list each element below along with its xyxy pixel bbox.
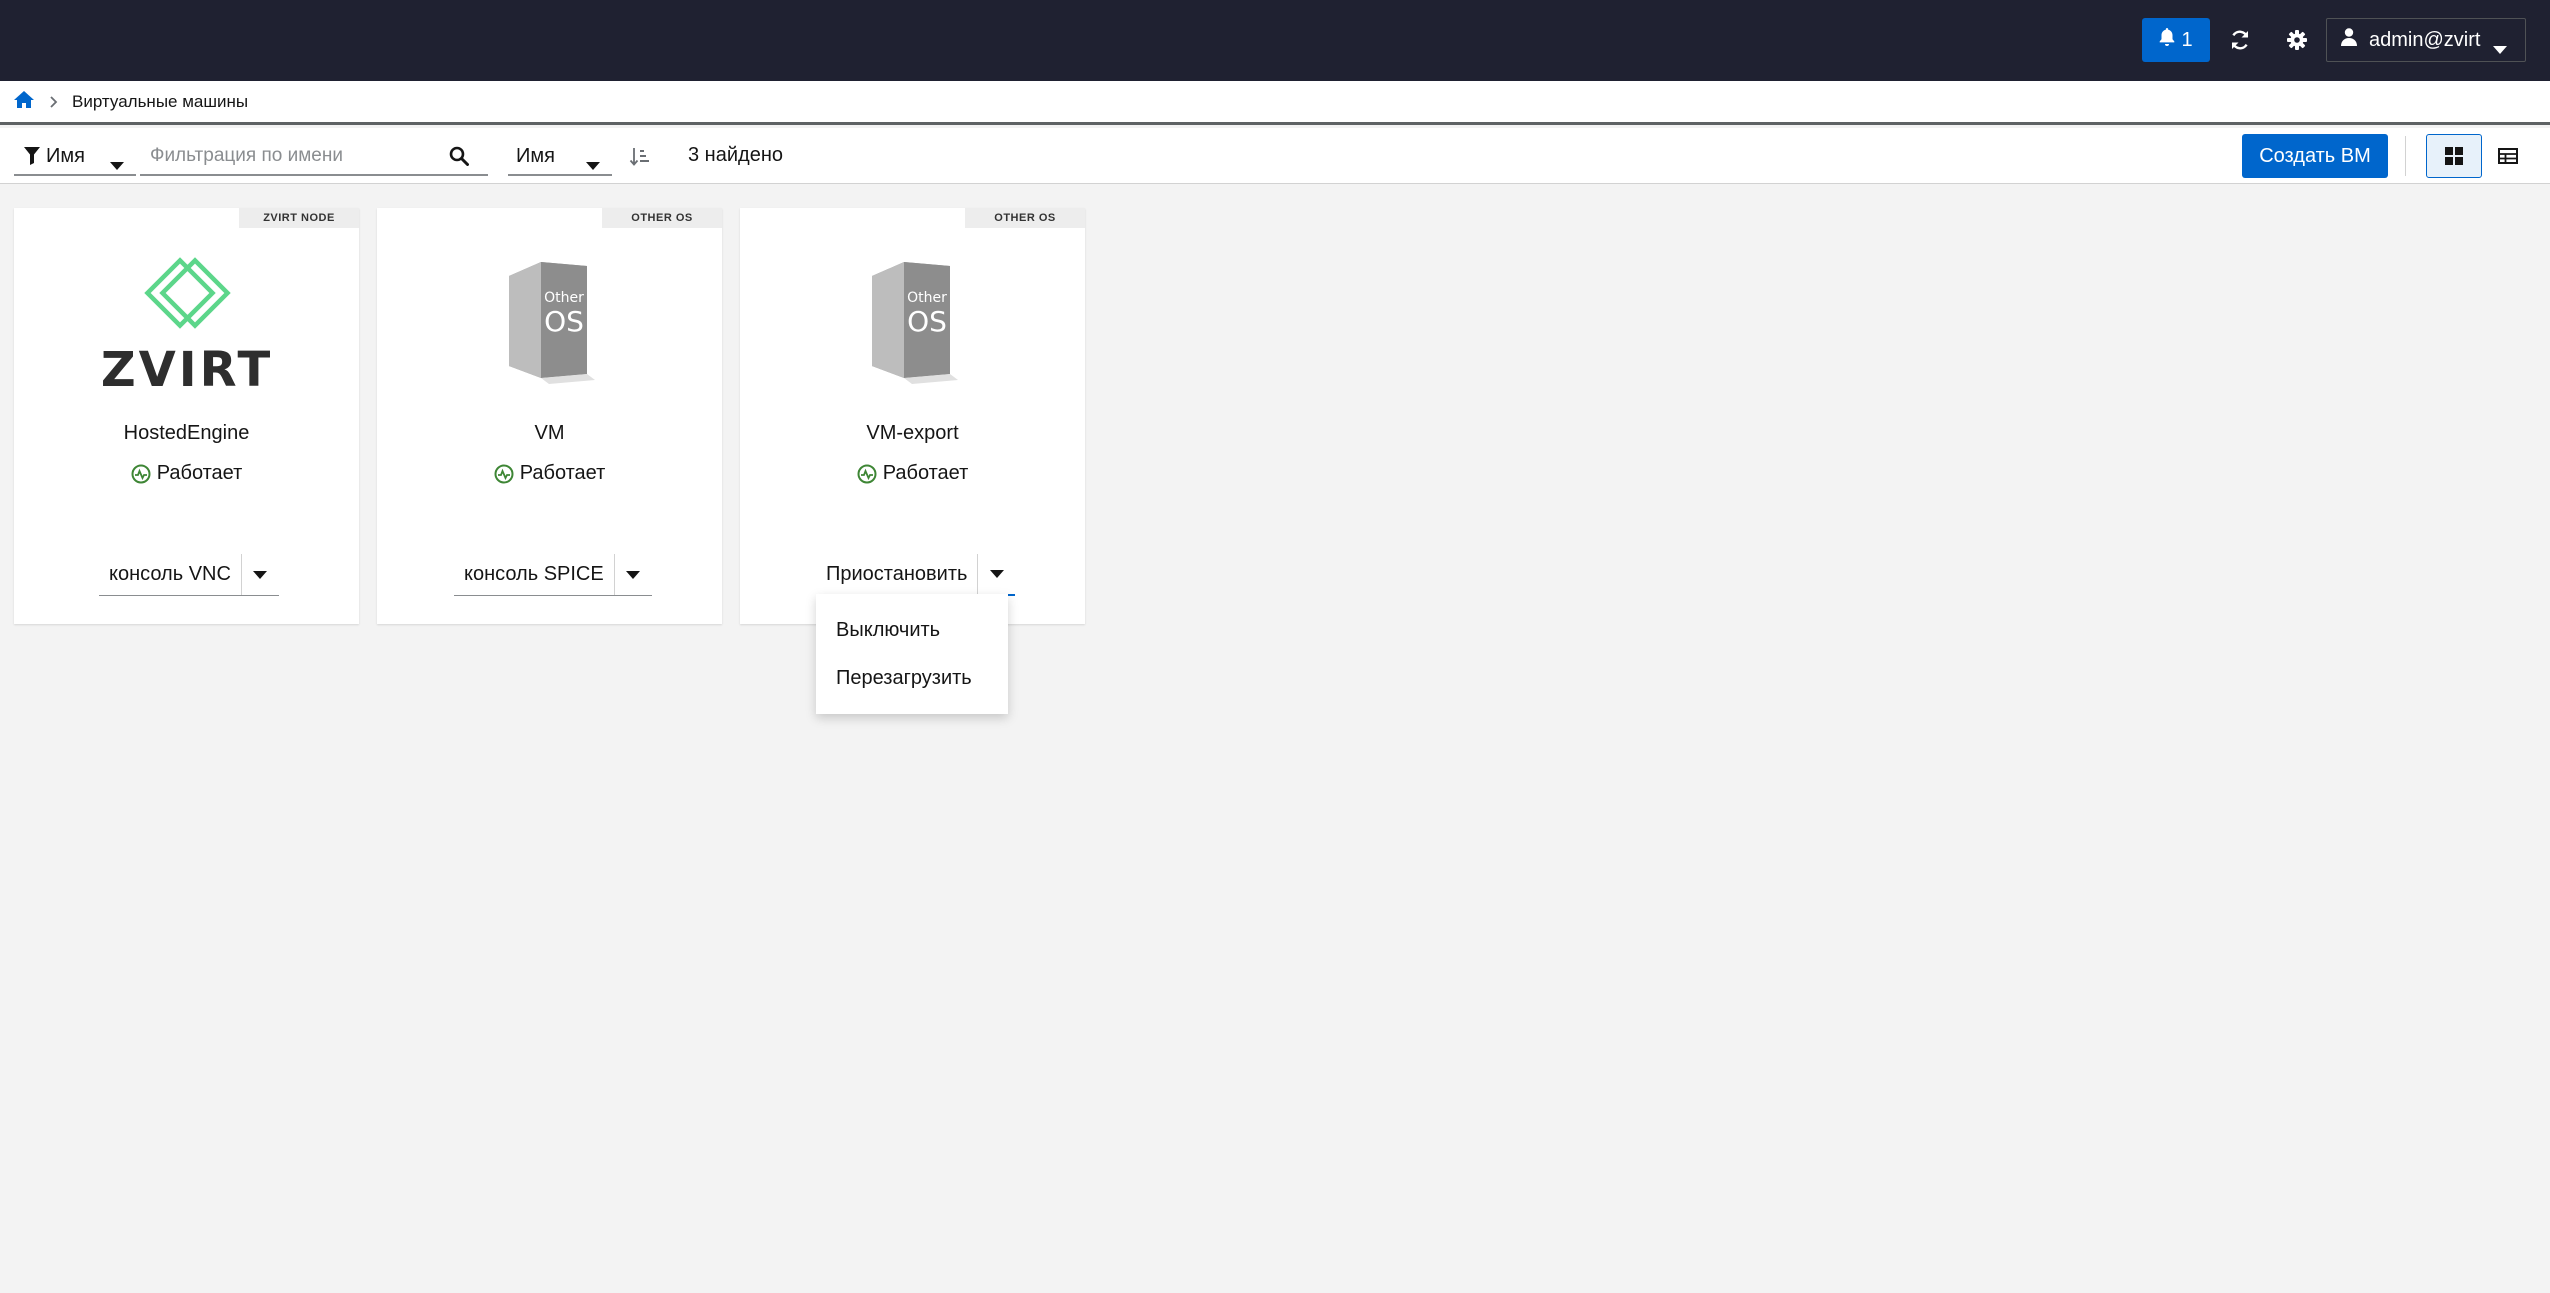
filter-icon [24,147,40,165]
vm-status-label: Работает [519,462,606,484]
chevron-down-icon [989,570,1004,578]
toolbar: Имя Имя 3 найдено Создать ВМ [0,128,2550,184]
breadcrumb: Виртуальные машины [0,81,2550,125]
gear-icon[interactable] [2279,22,2315,58]
filter-type-select[interactable]: Имя [14,138,136,176]
sort-ascending-icon [629,147,651,167]
vm-name: VM-export [866,422,959,444]
console-button[interactable]: консоль SPICE [454,554,614,595]
sort-field-select[interactable]: Имя [508,138,612,176]
card-view-button[interactable] [2426,134,2482,178]
zvirt-wordmark: ZVIRT [102,342,272,396]
table-icon [2498,148,2518,164]
create-vm-button[interactable]: Создать ВМ [2242,134,2388,178]
chevron-down-icon [253,570,268,579]
chevron-down-icon [110,153,124,176]
menu-item-shutdown[interactable]: Выключить [816,606,1008,654]
console-toggle[interactable] [240,554,279,595]
table-view-button[interactable] [2480,134,2536,178]
vm-name: VM [534,422,565,444]
search-icon [449,146,469,166]
search-button[interactable] [430,138,488,176]
console-split-button[interactable]: консоль VNC [99,554,279,596]
notifications-count: 1 [2181,28,2193,51]
logo-text-os: OS [907,305,947,338]
notifications-button[interactable]: 1 [2142,18,2210,62]
toolbar-divider [2405,136,2406,176]
refresh-icon[interactable] [2222,22,2258,58]
os-badge: OTHER OS [965,208,1085,228]
other-os-icon: Other OS [740,256,1085,406]
console-toggle[interactable] [613,554,652,595]
vm-card[interactable]: OTHER OS Other OS VM-export Работает При… [740,208,1085,624]
logo-text-os: OS [544,305,584,338]
user-name: admin@zvirt [2369,28,2481,51]
breadcrumb-current: Виртуальные машины [72,91,249,111]
suspend-button[interactable]: Приостановить [816,554,977,594]
vm-status: Работает [14,462,359,485]
user-menu[interactable]: admin@zvirt [2326,18,2526,62]
vm-status-label: Работает [882,462,969,484]
os-badge: ZVIRT NODE [239,208,359,228]
sort-direction-button[interactable] [625,142,655,172]
vm-status: Работает [740,462,1085,485]
chevron-down-icon [2493,37,2507,60]
filter-type-label: Имя [46,144,85,167]
zvirt-logo: ZVIRT [14,256,359,406]
action-dropdown-menu: Выключить Перезагрузить [816,594,1008,714]
other-os-icon: Other OS [377,256,722,406]
status-ok-icon [494,464,514,484]
vm-status-label: Работает [156,462,243,484]
masthead: 1 admin@zvirt [0,0,2550,81]
bell-icon [2159,28,2175,52]
action-toggle[interactable] [977,554,1015,594]
chevron-down-icon [626,570,641,579]
status-ok-icon [857,464,877,484]
user-icon [2341,28,2357,52]
logo-text-other: Other [544,290,584,306]
search-input[interactable] [140,138,430,176]
action-split-button[interactable]: Приостановить [816,554,1016,596]
vm-name: HostedEngine [123,422,250,444]
results-count: 3 найдено [688,144,783,166]
menu-item-reboot[interactable]: Перезагрузить [816,654,1008,702]
logo-text-other: Other [907,290,947,306]
os-badge: OTHER OS [602,208,722,228]
chevron-right-icon [50,95,58,108]
chevron-down-icon [586,153,600,176]
console-button[interactable]: консоль VNC [99,554,241,595]
vm-card[interactable]: OTHER OS Other OS VM Работает консоль SP… [377,208,722,624]
vm-card[interactable]: ZVIRT NODE ZVIRT HostedEngine Работает к… [14,208,359,624]
grid-icon [2445,147,2463,165]
console-split-button[interactable]: консоль SPICE [454,554,652,596]
status-ok-icon [131,464,151,484]
vm-status: Работает [377,462,722,485]
sort-field-label: Имя [516,144,555,167]
home-icon[interactable] [14,90,34,113]
